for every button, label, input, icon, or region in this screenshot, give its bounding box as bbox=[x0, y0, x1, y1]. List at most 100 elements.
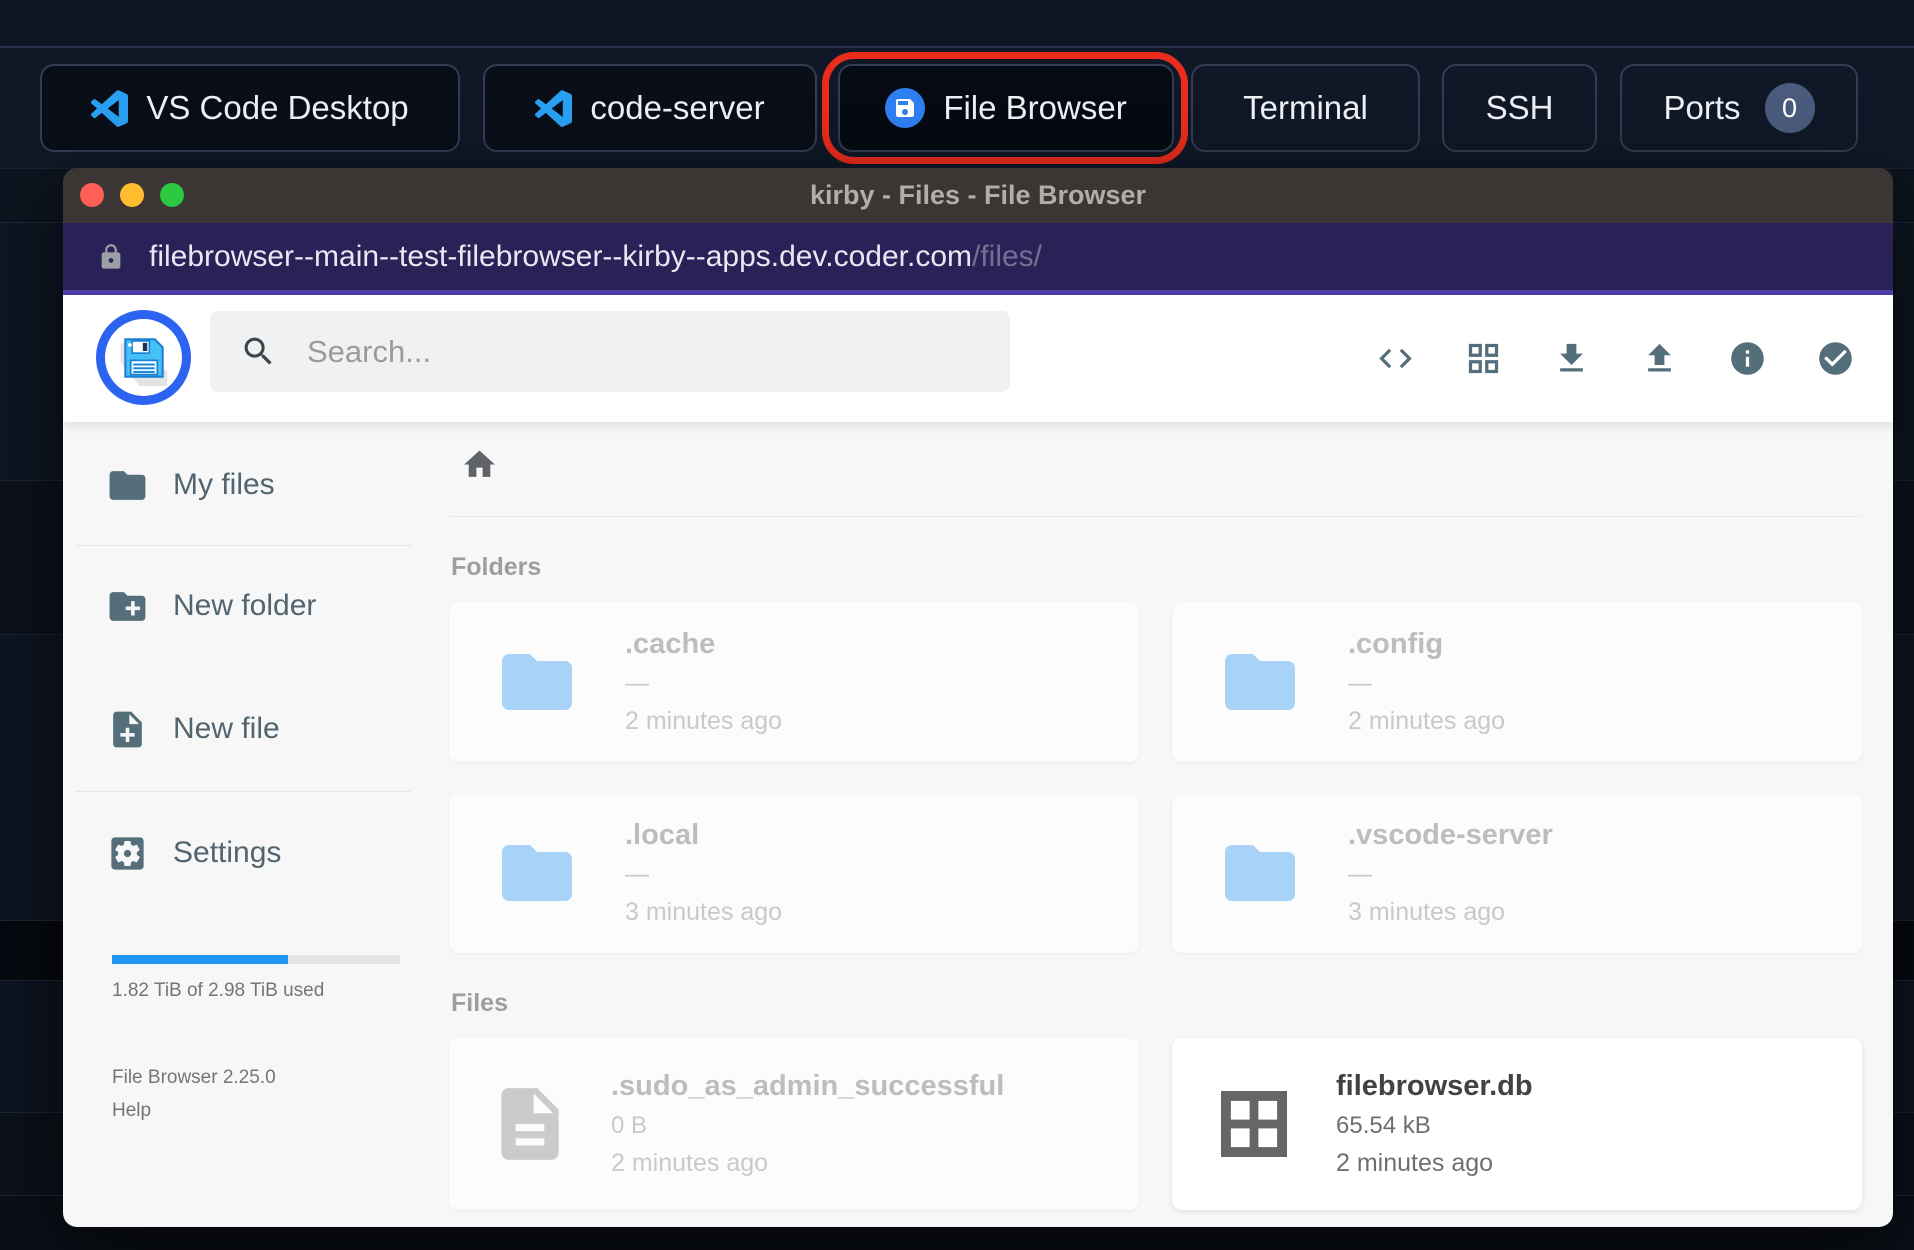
button-label: SSH bbox=[1485, 89, 1554, 126]
folder-icon bbox=[502, 845, 572, 901]
item-details: .sudo_as_admin_successful 0 B 2 minutes … bbox=[611, 1070, 1004, 1178]
ports-count-badge: 0 bbox=[1764, 83, 1815, 133]
item-details: .local — 3 minutes ago bbox=[625, 819, 782, 927]
sidebar-item-label: Settings bbox=[173, 836, 282, 869]
sidebar-item-label: New file bbox=[173, 712, 280, 745]
item-size: — bbox=[1348, 670, 1372, 697]
file-card-sudo-as-admin-successful[interactable]: .sudo_as_admin_successful 0 B 2 minutes … bbox=[449, 1038, 1139, 1210]
file-icon bbox=[501, 1088, 559, 1160]
search-icon bbox=[244, 337, 272, 365]
search-input[interactable] bbox=[305, 332, 985, 371]
filebrowser-body: My files New folder New file Settings 1.… bbox=[63, 422, 1893, 1227]
download-icon[interactable] bbox=[1552, 339, 1591, 378]
item-modified: 2 minutes ago bbox=[625, 707, 783, 735]
close-window-button[interactable] bbox=[80, 183, 104, 207]
settings-icon bbox=[111, 836, 144, 870]
button-label: Terminal bbox=[1243, 89, 1368, 126]
folders-grid: .cache — 2 minutes ago .config — 2 minut… bbox=[449, 602, 1862, 953]
url-host: filebrowser--main--test-filebrowser--kir… bbox=[149, 239, 972, 273]
item-modified: 3 minutes ago bbox=[1348, 898, 1506, 926]
app-version: File Browser 2.25.0 bbox=[112, 1067, 276, 1088]
window-title: kirby - Files - File Browser bbox=[809, 180, 1147, 210]
browser-window: kirby - Files - File Browser filebrowser… bbox=[63, 168, 1893, 1227]
folder-icon bbox=[1225, 845, 1295, 901]
database-file-icon bbox=[1221, 1091, 1287, 1157]
item-size: — bbox=[625, 670, 649, 697]
storage-usage-bar bbox=[112, 955, 400, 964]
item-modified: 2 minutes ago bbox=[611, 1149, 769, 1177]
files-grid: .sudo_as_admin_successful 0 B 2 minutes … bbox=[449, 1038, 1862, 1210]
sidebar-item-label: New folder bbox=[173, 589, 317, 622]
zoom-window-button[interactable] bbox=[160, 183, 184, 207]
address-bar[interactable]: filebrowser--main--test-filebrowser--kir… bbox=[63, 223, 1893, 295]
item-size: — bbox=[1348, 861, 1372, 888]
file-card-filebrowser-db[interactable]: filebrowser.db 65.54 kB 2 minutes ago bbox=[1172, 1038, 1862, 1210]
terminal-button[interactable]: Terminal bbox=[1191, 64, 1420, 152]
vscode-icon bbox=[91, 89, 129, 127]
sidebar-item-new-file[interactable]: New file bbox=[106, 703, 280, 755]
folder-icon bbox=[502, 654, 572, 710]
folder-icon bbox=[109, 470, 146, 500]
folder-card-cache[interactable]: .cache — 2 minutes ago bbox=[449, 602, 1139, 762]
header-toolbar bbox=[1376, 295, 1855, 422]
sidebar-item-new-folder[interactable]: New folder bbox=[106, 580, 316, 632]
search-bar[interactable] bbox=[210, 311, 1010, 392]
lock-icon bbox=[97, 243, 125, 271]
filebrowser-logo[interactable] bbox=[96, 310, 191, 405]
item-details: filebrowser.db 65.54 kB 2 minutes ago bbox=[1336, 1070, 1533, 1178]
button-label: VS Code Desktop bbox=[146, 89, 409, 126]
code-icon[interactable] bbox=[1376, 339, 1415, 378]
item-modified: 2 minutes ago bbox=[1348, 707, 1506, 735]
item-modified: 3 minutes ago bbox=[625, 898, 783, 926]
button-label: code-server bbox=[590, 89, 765, 126]
storage-usage-fill bbox=[112, 955, 288, 964]
url-path: /files/ bbox=[972, 239, 1043, 273]
vscode-desktop-button[interactable]: VS Code Desktop bbox=[40, 64, 460, 152]
file-listing: Folders .cache — 2 minutes ago .config —… bbox=[447, 422, 1893, 1227]
item-size: 0 B bbox=[611, 1112, 648, 1139]
item-name: .sudo_as_admin_successful bbox=[611, 1070, 1005, 1102]
annotation-highlight-ring bbox=[822, 52, 1188, 164]
screen: VS Code Desktop code-server File Browser… bbox=[0, 0, 1914, 1250]
code-server-button[interactable]: code-server bbox=[483, 64, 817, 152]
folder-card-vscode-server[interactable]: .vscode-server — 3 minutes ago bbox=[1172, 793, 1862, 953]
section-title-files: Files bbox=[451, 989, 508, 1017]
item-name: .cache bbox=[625, 628, 716, 660]
vscode-icon bbox=[535, 89, 573, 127]
sidebar-divider bbox=[75, 545, 411, 546]
filebrowser-header bbox=[63, 295, 1893, 422]
item-name: filebrowser.db bbox=[1336, 1070, 1533, 1102]
ssh-button[interactable]: SSH bbox=[1442, 64, 1597, 152]
item-details: .vscode-server — 3 minutes ago bbox=[1348, 819, 1553, 927]
item-name: .local bbox=[625, 819, 700, 851]
home-breadcrumb-icon[interactable] bbox=[461, 446, 498, 483]
sidebar-item-my-files[interactable]: My files bbox=[106, 459, 275, 511]
folder-card-local[interactable]: .local — 3 minutes ago bbox=[449, 793, 1139, 953]
url-text: filebrowser--main--test-filebrowser--kir… bbox=[149, 240, 1042, 274]
info-icon[interactable] bbox=[1728, 339, 1767, 378]
traffic-lights bbox=[80, 183, 184, 207]
item-details: .cache — 2 minutes ago bbox=[625, 628, 782, 736]
button-label: Ports bbox=[1663, 89, 1741, 126]
sidebar: My files New folder New file Settings 1.… bbox=[63, 422, 447, 1227]
new-file-icon bbox=[113, 711, 142, 747]
breadcrumb-divider bbox=[449, 516, 1862, 517]
sidebar-item-settings[interactable]: Settings bbox=[106, 827, 281, 879]
item-size: — bbox=[625, 861, 649, 888]
upload-icon[interactable] bbox=[1640, 339, 1679, 378]
item-size: 65.54 kB bbox=[1336, 1112, 1431, 1139]
section-title-folders: Folders bbox=[451, 553, 542, 581]
folder-card-config[interactable]: .config — 2 minutes ago bbox=[1172, 602, 1862, 762]
help-link[interactable]: Help bbox=[112, 1100, 151, 1122]
window-titlebar: kirby - Files - File Browser bbox=[63, 168, 1893, 223]
grid-view-icon[interactable] bbox=[1464, 339, 1503, 378]
item-name: .config bbox=[1348, 628, 1444, 660]
minimize-window-button[interactable] bbox=[120, 183, 144, 207]
ports-button[interactable]: Ports 0 bbox=[1620, 64, 1858, 152]
folder-icon bbox=[1225, 654, 1295, 710]
item-details: .config — 2 minutes ago bbox=[1348, 628, 1505, 736]
storage-usage-label: 1.82 TiB of 2.98 TiB used bbox=[112, 980, 325, 1001]
check-circle-icon[interactable] bbox=[1816, 339, 1855, 378]
item-name: .vscode-server bbox=[1348, 819, 1553, 851]
item-modified: 2 minutes ago bbox=[1336, 1149, 1494, 1177]
